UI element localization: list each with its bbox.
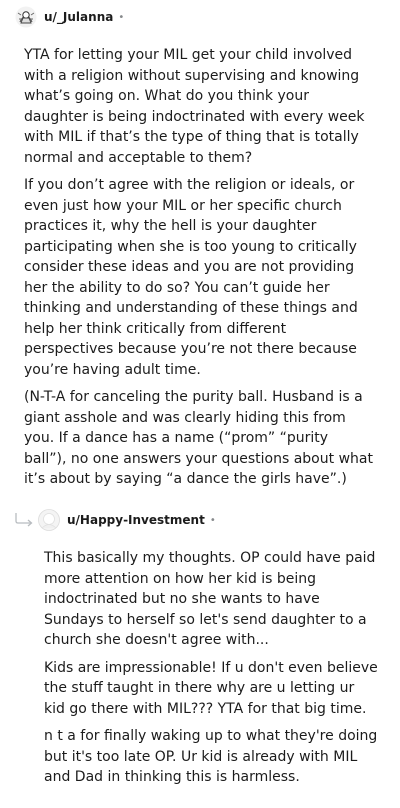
comment-paragraph: Kids are impressionable! If u don't even… [44,659,378,717]
comment-paragraph: (N-T-A for canceling the purity ball. Hu… [24,389,373,487]
comment-paragraph: This basically my thoughts. OP could hav… [44,550,376,648]
comment-body: YTA for letting your MIL get your child … [0,31,400,490]
comment-header: u/_Julanna • [0,0,400,31]
user-avatar[interactable] [15,6,37,28]
separator-dot: • [118,11,125,23]
comment-paragraph: YTA for letting your MIL get your child … [24,47,365,166]
comment-header: u/Happy-Investment • [0,504,400,534]
username[interactable]: u/_Julanna [44,10,113,24]
username[interactable]: u/Happy-Investment [67,513,205,527]
comment-happy-investment: u/Happy-Investment • This basically my t… [0,504,400,795]
comment-body: This basically my thoughts. OP could hav… [0,534,400,788]
user-avatar[interactable] [38,509,60,531]
comment-paragraph: If you don’t agree with the religion or … [24,177,358,378]
comment-julanna: u/_Julanna • YTA for letting your MIL ge… [0,0,400,497]
separator-dot: • [209,514,216,526]
reply-arrow-icon [14,512,36,528]
comment-paragraph: n t a for finally waking up to what they… [44,728,378,785]
